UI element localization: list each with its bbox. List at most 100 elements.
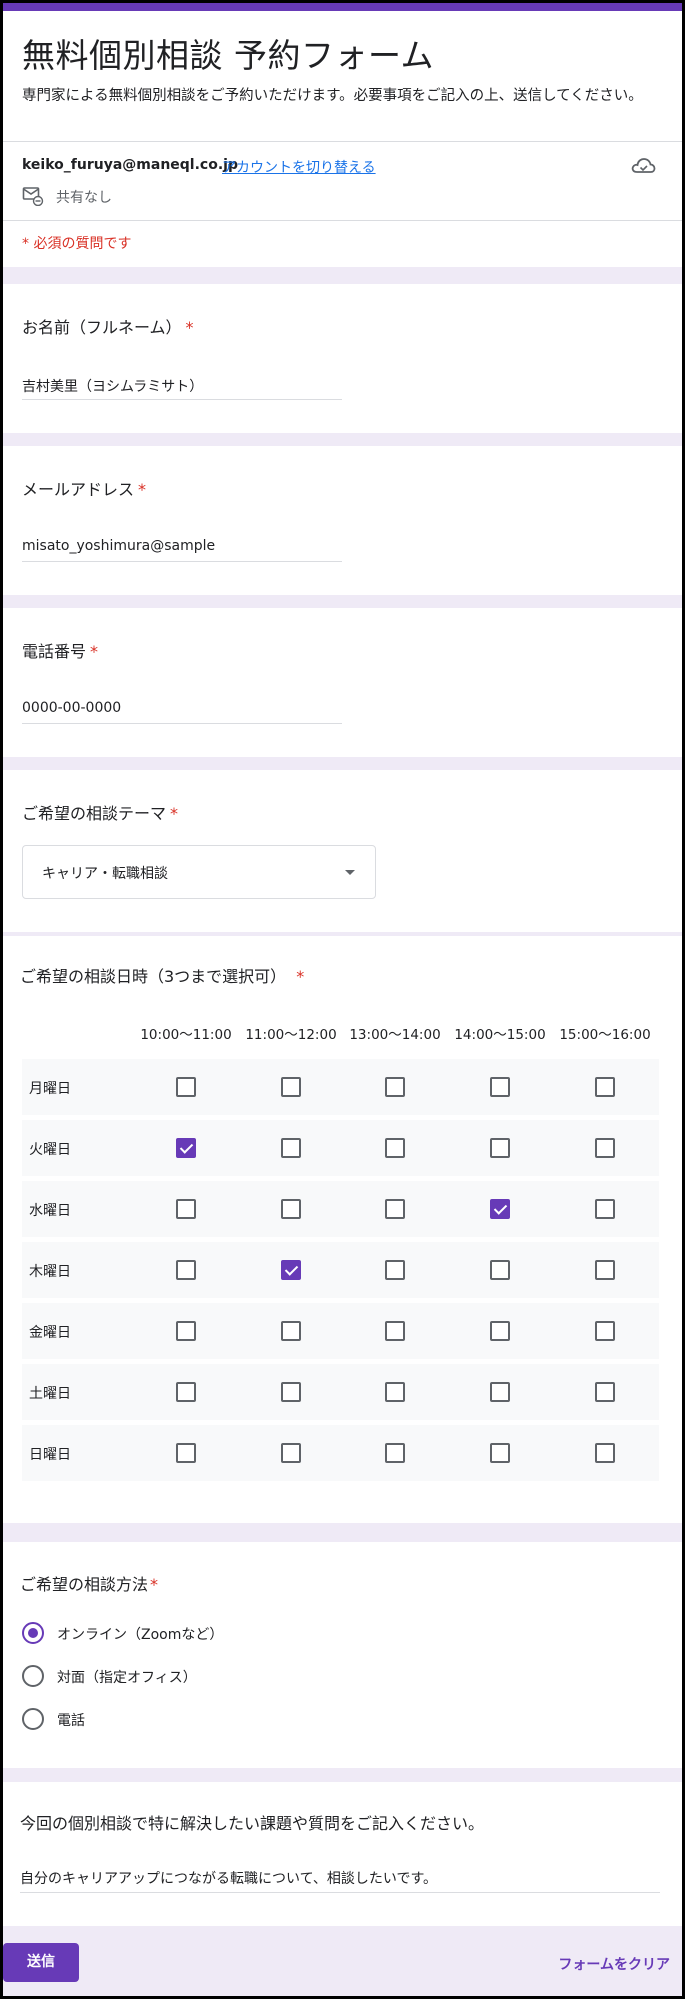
cloud-icon — [631, 158, 656, 173]
comment-input[interactable]: 自分のキャリアアップにつながる転職について、相談したいです。 — [20, 1868, 437, 1888]
question-title: 電話番号 * — [22, 642, 99, 661]
grid-checkbox[interactable] — [595, 1138, 615, 1158]
grid-checkbox[interactable] — [281, 1138, 301, 1158]
grid-checkbox[interactable] — [595, 1321, 615, 1341]
radio-label: 電話 — [57, 1713, 85, 1729]
grid-checkbox[interactable] — [490, 1321, 510, 1341]
grid-row-label: 土曜日 — [29, 1386, 71, 1402]
grid-checkbox[interactable] — [490, 1138, 510, 1158]
grid-checkbox[interactable] — [176, 1382, 196, 1402]
grid-checkbox[interactable] — [176, 1443, 196, 1463]
grid-checkbox[interactable] — [595, 1260, 615, 1280]
grid-row-label: 火曜日 — [29, 1142, 71, 1158]
required-note: * 必須の質問です — [22, 236, 132, 252]
grid-column-label: 14:00〜15:00 — [454, 1027, 546, 1043]
radio-button[interactable] — [22, 1665, 44, 1687]
grid-checkbox[interactable] — [176, 1199, 196, 1219]
divider — [3, 220, 682, 221]
grid-column-label: 15:00〜16:00 — [559, 1027, 651, 1043]
grid-checkbox[interactable] — [490, 1443, 510, 1463]
grid-checkbox[interactable] — [595, 1199, 615, 1219]
clear-form-link[interactable]: フォームをクリア — [558, 1954, 670, 1974]
grid-row-label: 水曜日 — [29, 1203, 71, 1219]
input-underline — [22, 561, 342, 562]
question-title: ご希望の相談方法 * — [20, 1575, 159, 1594]
grid-row-label: 金曜日 — [29, 1325, 71, 1341]
phone-input[interactable]: 0000-00-0000 — [22, 700, 121, 716]
question-datetime-card: ご希望の相談日時（3つまで選択可） * 10:00〜11:00 11:00〜12:… — [3, 936, 682, 1523]
grid-checkbox[interactable] — [490, 1382, 510, 1402]
grid-checkbox[interactable] — [490, 1260, 510, 1280]
grid-checkbox[interactable] — [176, 1077, 196, 1097]
grid-checkbox[interactable] — [281, 1321, 301, 1341]
grid-checkbox[interactable] — [281, 1077, 301, 1097]
radio-label: オンライン（Zoomなど） — [57, 1627, 224, 1643]
grid-checkbox[interactable] — [281, 1382, 301, 1402]
grid-checkbox[interactable] — [176, 1138, 196, 1158]
radio-button[interactable] — [22, 1708, 44, 1730]
name-input[interactable]: 吉村美里（ヨシムラミサト） — [22, 376, 203, 396]
grid-row: 火曜日 — [22, 1120, 659, 1176]
grid-row: 土曜日 — [22, 1364, 659, 1420]
input-underline — [22, 399, 342, 400]
switch-account-link[interactable]: アカウントを切り替える — [222, 157, 376, 177]
grid-checkbox[interactable] — [385, 1321, 405, 1341]
grid-checkbox[interactable] — [385, 1199, 405, 1219]
grid-row-label: 日曜日 — [29, 1447, 71, 1463]
email-input[interactable]: misato_yoshimura@sample — [22, 538, 215, 554]
grid-row: 月曜日 — [22, 1059, 659, 1115]
input-underline — [20, 1892, 660, 1893]
grid-row-label: 月曜日 — [29, 1081, 71, 1097]
input-underline — [22, 723, 342, 724]
submit-button[interactable]: 送信 — [3, 1943, 79, 1982]
grid-row: 木曜日 — [22, 1242, 659, 1298]
grid-checkbox[interactable] — [176, 1321, 196, 1341]
question-title: ご希望の相談テーマ * — [22, 804, 179, 823]
question-comment-card: 今回の個別相談で特に解決したい課題や質問をご記入ください。 自分のキャリアアップ… — [3, 1782, 682, 1926]
grid-row: 日曜日 — [22, 1425, 659, 1481]
grid-checkbox[interactable] — [490, 1199, 510, 1219]
form-frame: 無料個別相談 予約フォーム 専門家による無料個別相談をご予約いただけます。必要事… — [3, 3, 682, 1996]
question-title: 今回の個別相談で特に解決したい課題や質問をご記入ください。 — [20, 1814, 485, 1833]
grid-checkbox[interactable] — [385, 1260, 405, 1280]
grid-checkbox[interactable] — [595, 1382, 615, 1402]
question-phone-card: 電話番号 * 0000-00-0000 — [3, 608, 682, 757]
grid-checkbox[interactable] — [595, 1443, 615, 1463]
grid-checkbox[interactable] — [281, 1199, 301, 1219]
form-description: 専門家による無料個別相談をご予約いただけます。必要事項をご記入の上、送信してくだ… — [22, 88, 643, 104]
question-name-card: お名前（フルネーム） * 吉村美里（ヨシムラミサト） — [3, 284, 682, 433]
grid-checkbox[interactable] — [385, 1443, 405, 1463]
grid-row-label: 木曜日 — [29, 1264, 71, 1280]
grid-checkbox[interactable] — [385, 1382, 405, 1402]
share-status: 共有なし — [56, 190, 112, 206]
radio-label: 対面（指定オフィス） — [57, 1670, 197, 1686]
grid-checkbox[interactable] — [385, 1138, 405, 1158]
mail-share-icon — [22, 187, 44, 206]
grid-checkbox[interactable] — [490, 1077, 510, 1097]
grid-row: 水曜日 — [22, 1181, 659, 1237]
theme-select-value: キャリア・転職相談 — [42, 866, 168, 882]
question-title: ご希望の相談日時（3つまで選択可） * — [20, 967, 305, 986]
grid-column-label: 11:00〜12:00 — [245, 1027, 337, 1043]
grid-checkbox[interactable] — [595, 1077, 615, 1097]
question-email-card: メールアドレス * misato_yoshimura@sample — [3, 446, 682, 595]
theme-select[interactable]: キャリア・転職相談 — [22, 845, 376, 899]
grid-checkbox[interactable] — [281, 1443, 301, 1463]
grid-checkbox[interactable] — [281, 1260, 301, 1280]
grid-checkbox[interactable] — [385, 1077, 405, 1097]
account-email: keiko_furuya@maneql.co.jp — [22, 157, 238, 173]
grid-column-label: 10:00〜11:00 — [140, 1027, 232, 1043]
form-title: 無料個別相談 予約フォーム — [22, 36, 434, 75]
question-title: お名前（フルネーム） * — [22, 318, 194, 337]
grid-column-label: 13:00〜14:00 — [349, 1027, 441, 1043]
question-title: メールアドレス * — [22, 480, 147, 499]
accent-bar — [3, 3, 682, 11]
form-header-card: 無料個別相談 予約フォーム 専門家による無料個別相談をご予約いただけます。必要事… — [3, 3, 682, 267]
radio-button[interactable] — [22, 1622, 44, 1644]
dropdown-arrow-icon — [345, 870, 355, 875]
question-method-card: ご希望の相談方法 * オンライン（Zoomなど） 対面（指定オフィス） 電話 — [3, 1542, 682, 1768]
question-theme-card: ご希望の相談テーマ * キャリア・転職相談 — [3, 770, 682, 932]
divider — [3, 141, 682, 142]
grid-checkbox[interactable] — [176, 1260, 196, 1280]
grid-row: 金曜日 — [22, 1303, 659, 1359]
